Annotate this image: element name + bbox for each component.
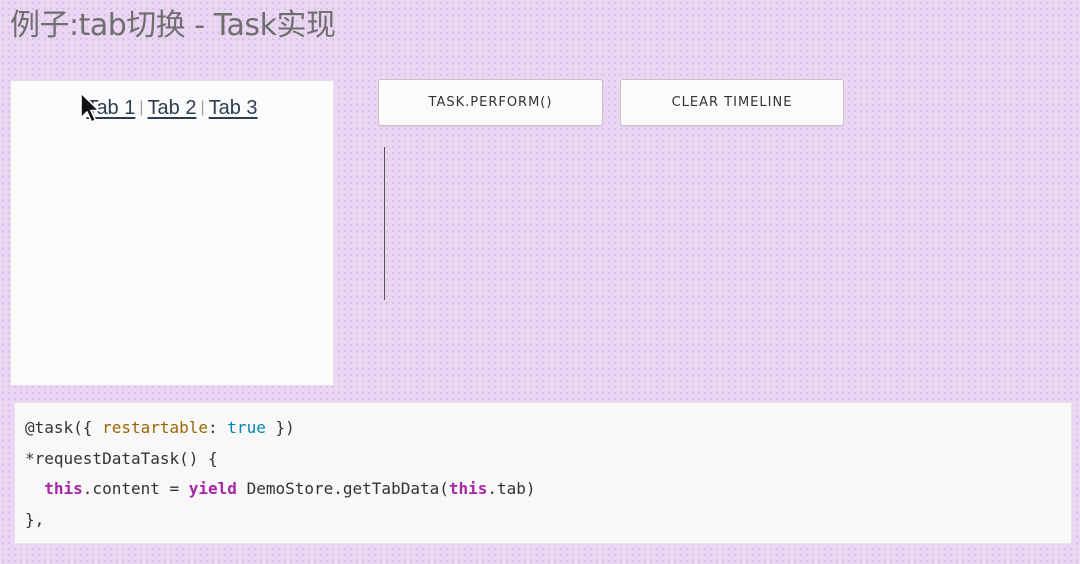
code-line-1: @task({ restartable: true }) (25, 413, 1061, 444)
tab-3-link[interactable]: Tab 3 (209, 97, 258, 119)
tab-nav: Tab 1 | Tab 2 | Tab 3 (11, 97, 333, 120)
code-line-3: this.content = yield DemoStore.getTabDat… (25, 474, 1061, 505)
code-token: .tab) (487, 479, 536, 498)
tab-2-link[interactable]: Tab 2 (148, 97, 197, 119)
code-token-keyword: this (448, 479, 488, 498)
code-block: @task({ restartable: true }) *requestData… (14, 402, 1072, 544)
page-title: 例子:tab切换 - Task实现 (10, 8, 336, 43)
code-line-2: *requestDataTask() { (25, 448, 218, 468)
code-line-4: }, (25, 509, 45, 529)
code-token: : (208, 418, 228, 437)
code-token: DemoStore.getTabData( (236, 479, 449, 498)
tab-separator: | (139, 99, 144, 116)
clear-timeline-button[interactable]: CLEAR TIMELINE (620, 79, 844, 126)
code-token: .content = (82, 479, 189, 498)
mouse-pointer-icon (80, 92, 100, 123)
code-token: }) (265, 418, 295, 437)
code-token-attr: restartable (102, 418, 209, 437)
tab-panel: Tab 1 | Tab 2 | Tab 3 (10, 80, 334, 386)
tab-separator: | (200, 99, 205, 116)
code-token-keyword: this (44, 479, 83, 498)
code-token: @task({ (25, 418, 103, 437)
timeline-axis (384, 147, 385, 300)
task-perform-button[interactable]: TASK.PERFORM() (378, 79, 603, 126)
code-token-keyword: yield (188, 479, 237, 498)
code-token-bool: true (227, 418, 266, 437)
